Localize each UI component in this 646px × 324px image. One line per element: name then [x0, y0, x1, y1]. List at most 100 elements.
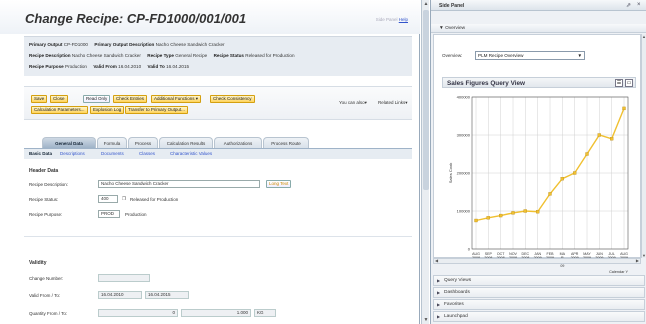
data-point [536, 210, 540, 214]
save-button[interactable]: Save [31, 95, 48, 103]
recipe-description-input[interactable]: Nacho Cheese Sandwich Cracker [98, 180, 260, 188]
accordion-dashboards[interactable]: Dashboards [433, 287, 645, 298]
recipe-purpose-value: Production [65, 64, 87, 69]
subtab-basic-data[interactable]: Basic Data [29, 151, 52, 156]
scroll-right-icon[interactable]: ▶ [636, 258, 639, 263]
transfer-primary-output-button[interactable]: Transfer to Primary Output... [125, 106, 188, 114]
calculation-parameters-button[interactable]: Calculation Parameters... [31, 106, 88, 114]
overview-select-label: Overview: [442, 53, 463, 58]
tab-process[interactable]: Process [128, 137, 158, 148]
y-tick-label: 200000 [457, 171, 471, 176]
chart-title: Sales Figures Query View [447, 80, 526, 87]
close-button[interactable]: Close [50, 95, 68, 103]
tab-formula[interactable]: Formula [97, 137, 127, 148]
tab-general-data[interactable]: General Data [42, 137, 96, 148]
side-panel-scrollbar[interactable]: ▲ ▼ [641, 34, 646, 258]
quantity-from-input[interactable]: 0 [98, 309, 178, 317]
chevron-down-icon: ▾ [195, 96, 199, 101]
y-axis-label: Sales Cook [448, 163, 453, 183]
maximize-icon[interactable]: ▭ [625, 79, 633, 87]
data-point [610, 137, 614, 141]
page-title: Change Recipe: CP-FD1000/001/001 [25, 11, 247, 26]
valid-from-label: Valid From [93, 64, 117, 69]
table-view-icon[interactable]: ☰ [615, 79, 623, 87]
data-point [573, 171, 577, 175]
you-can-also-menu[interactable]: You can also▾ [339, 100, 367, 106]
accordion-launchpad[interactable]: Launchpad [433, 311, 645, 322]
y-tick-label: 0 [468, 247, 471, 252]
scrollbar-thumb[interactable] [423, 10, 429, 190]
related-links-menu[interactable]: Related Links▾ [378, 100, 408, 106]
valid-from-to-label: Valid From / To: [29, 293, 61, 298]
side-panel-label: Side Panel [375, 17, 398, 22]
validity-heading: Validity [29, 260, 47, 266]
x-axis-label: Calendar Y [609, 270, 628, 274]
main-content: Change Recipe: CP-FD1000/001/001 Side Pa… [0, 0, 420, 324]
primary-output-desc-value: Nacho Cheese Sandwich Cracker [155, 42, 225, 47]
additional-functions-button[interactable]: Additional Functions ▾ [151, 95, 202, 103]
overview-select[interactable]: PLM Recipe Overview ▼ [475, 51, 585, 60]
check-consistency-button[interactable]: Check Consistency [210, 95, 255, 103]
chart-horizontal-scrollbar[interactable]: ◀ ▶ [433, 258, 641, 264]
scroll-down-icon[interactable]: ▼ [642, 253, 646, 258]
tab-calculation-results[interactable]: Calculation Results [159, 137, 213, 148]
check-entries-button[interactable]: Check Entries [113, 95, 148, 103]
main-scrollbar[interactable]: ▲ ▼ [421, 0, 429, 324]
side-panel-header: Side Panel ⇗ × [431, 0, 646, 11]
data-point [585, 152, 589, 156]
data-point [499, 213, 503, 218]
data-point [474, 218, 478, 223]
chevron-down-icon: ▼ [577, 53, 582, 58]
data-point [548, 192, 552, 196]
chevron-down-icon: ▼ [439, 26, 444, 31]
recipe-purpose-label: Recipe Purpose [29, 64, 64, 69]
help-link[interactable]: Help [399, 17, 408, 22]
subtab-classes[interactable]: Classes [139, 151, 155, 156]
subtab-descriptions[interactable]: Descriptions [60, 151, 85, 156]
tab-authorizations[interactable]: Authorizations [214, 137, 262, 148]
scroll-left-icon[interactable]: ◀ [435, 258, 438, 263]
detach-icon[interactable]: ⇗ [626, 2, 631, 9]
recipe-desc-value: Nacho Cheese Sandwich Cracker [71, 53, 141, 58]
recipe-purpose-text: Production [125, 212, 147, 217]
overview-selected-value: PLM Recipe Overview [478, 53, 524, 58]
document-icon[interactable]: ❐ [122, 196, 126, 202]
recipe-status-input[interactable]: 400 [98, 195, 118, 203]
valid-from-value: 16.04.2010 [118, 64, 142, 69]
tab-process-route[interactable]: Process Route [263, 137, 309, 148]
explosion-log-button[interactable]: Explosion Log [90, 106, 125, 114]
valid-to-input[interactable]: 16.04.2015 [145, 291, 189, 299]
title-bar: Change Recipe: CP-FD1000/001/001 Side Pa… [0, 0, 420, 34]
y-tick-label: 300000 [457, 133, 471, 138]
quantity-unit-input[interactable]: KG [254, 309, 276, 317]
read-only-button[interactable]: Read Only [83, 95, 111, 103]
close-icon[interactable]: × [637, 2, 641, 8]
tab-strip: General Data Formula Process Calculation… [24, 134, 412, 148]
scroll-up-icon[interactable]: ▲ [422, 0, 430, 8]
change-number-input[interactable] [98, 274, 150, 282]
side-panel: Side Panel ⇗ × ▼ Overview Overview: PLM … [430, 0, 646, 324]
scroll-up-icon[interactable]: ▲ [642, 34, 646, 39]
valid-from-input[interactable]: 16.04.2010 [98, 291, 142, 299]
subtab-characteristic-values[interactable]: Characteristic Values [170, 151, 212, 156]
overview-header[interactable]: ▼ Overview [431, 24, 646, 33]
scroll-down-icon[interactable]: ▼ [422, 316, 430, 324]
subtab-documents[interactable]: Documents [101, 151, 124, 156]
valid-to-label: Valid To [147, 64, 165, 69]
side-panel-help: Side Panel Help [376, 17, 408, 22]
quantity-to-input[interactable]: 1.000 [181, 309, 251, 317]
data-point [597, 133, 601, 137]
data-point [523, 209, 527, 213]
divider [24, 236, 412, 237]
change-number-label: Change Number: [29, 276, 64, 281]
data-point [511, 211, 515, 215]
recipe-purpose-input[interactable]: PROD [98, 210, 120, 218]
accordion-favorites[interactable]: Favorites [433, 299, 645, 310]
chart-header: Sales Figures Query View ☰ ▭ [442, 77, 636, 88]
recipe-status-field-label: Recipe Status: [29, 197, 59, 202]
data-point [622, 106, 626, 111]
accordion-query-views[interactable]: Query Views [433, 275, 645, 286]
long-text-button[interactable]: Long Text [266, 180, 292, 188]
overview-panel: Overview: PLM Recipe Overview ▼ Sales Fi… [433, 34, 641, 274]
recipe-status-text: Released for Production [130, 197, 179, 202]
